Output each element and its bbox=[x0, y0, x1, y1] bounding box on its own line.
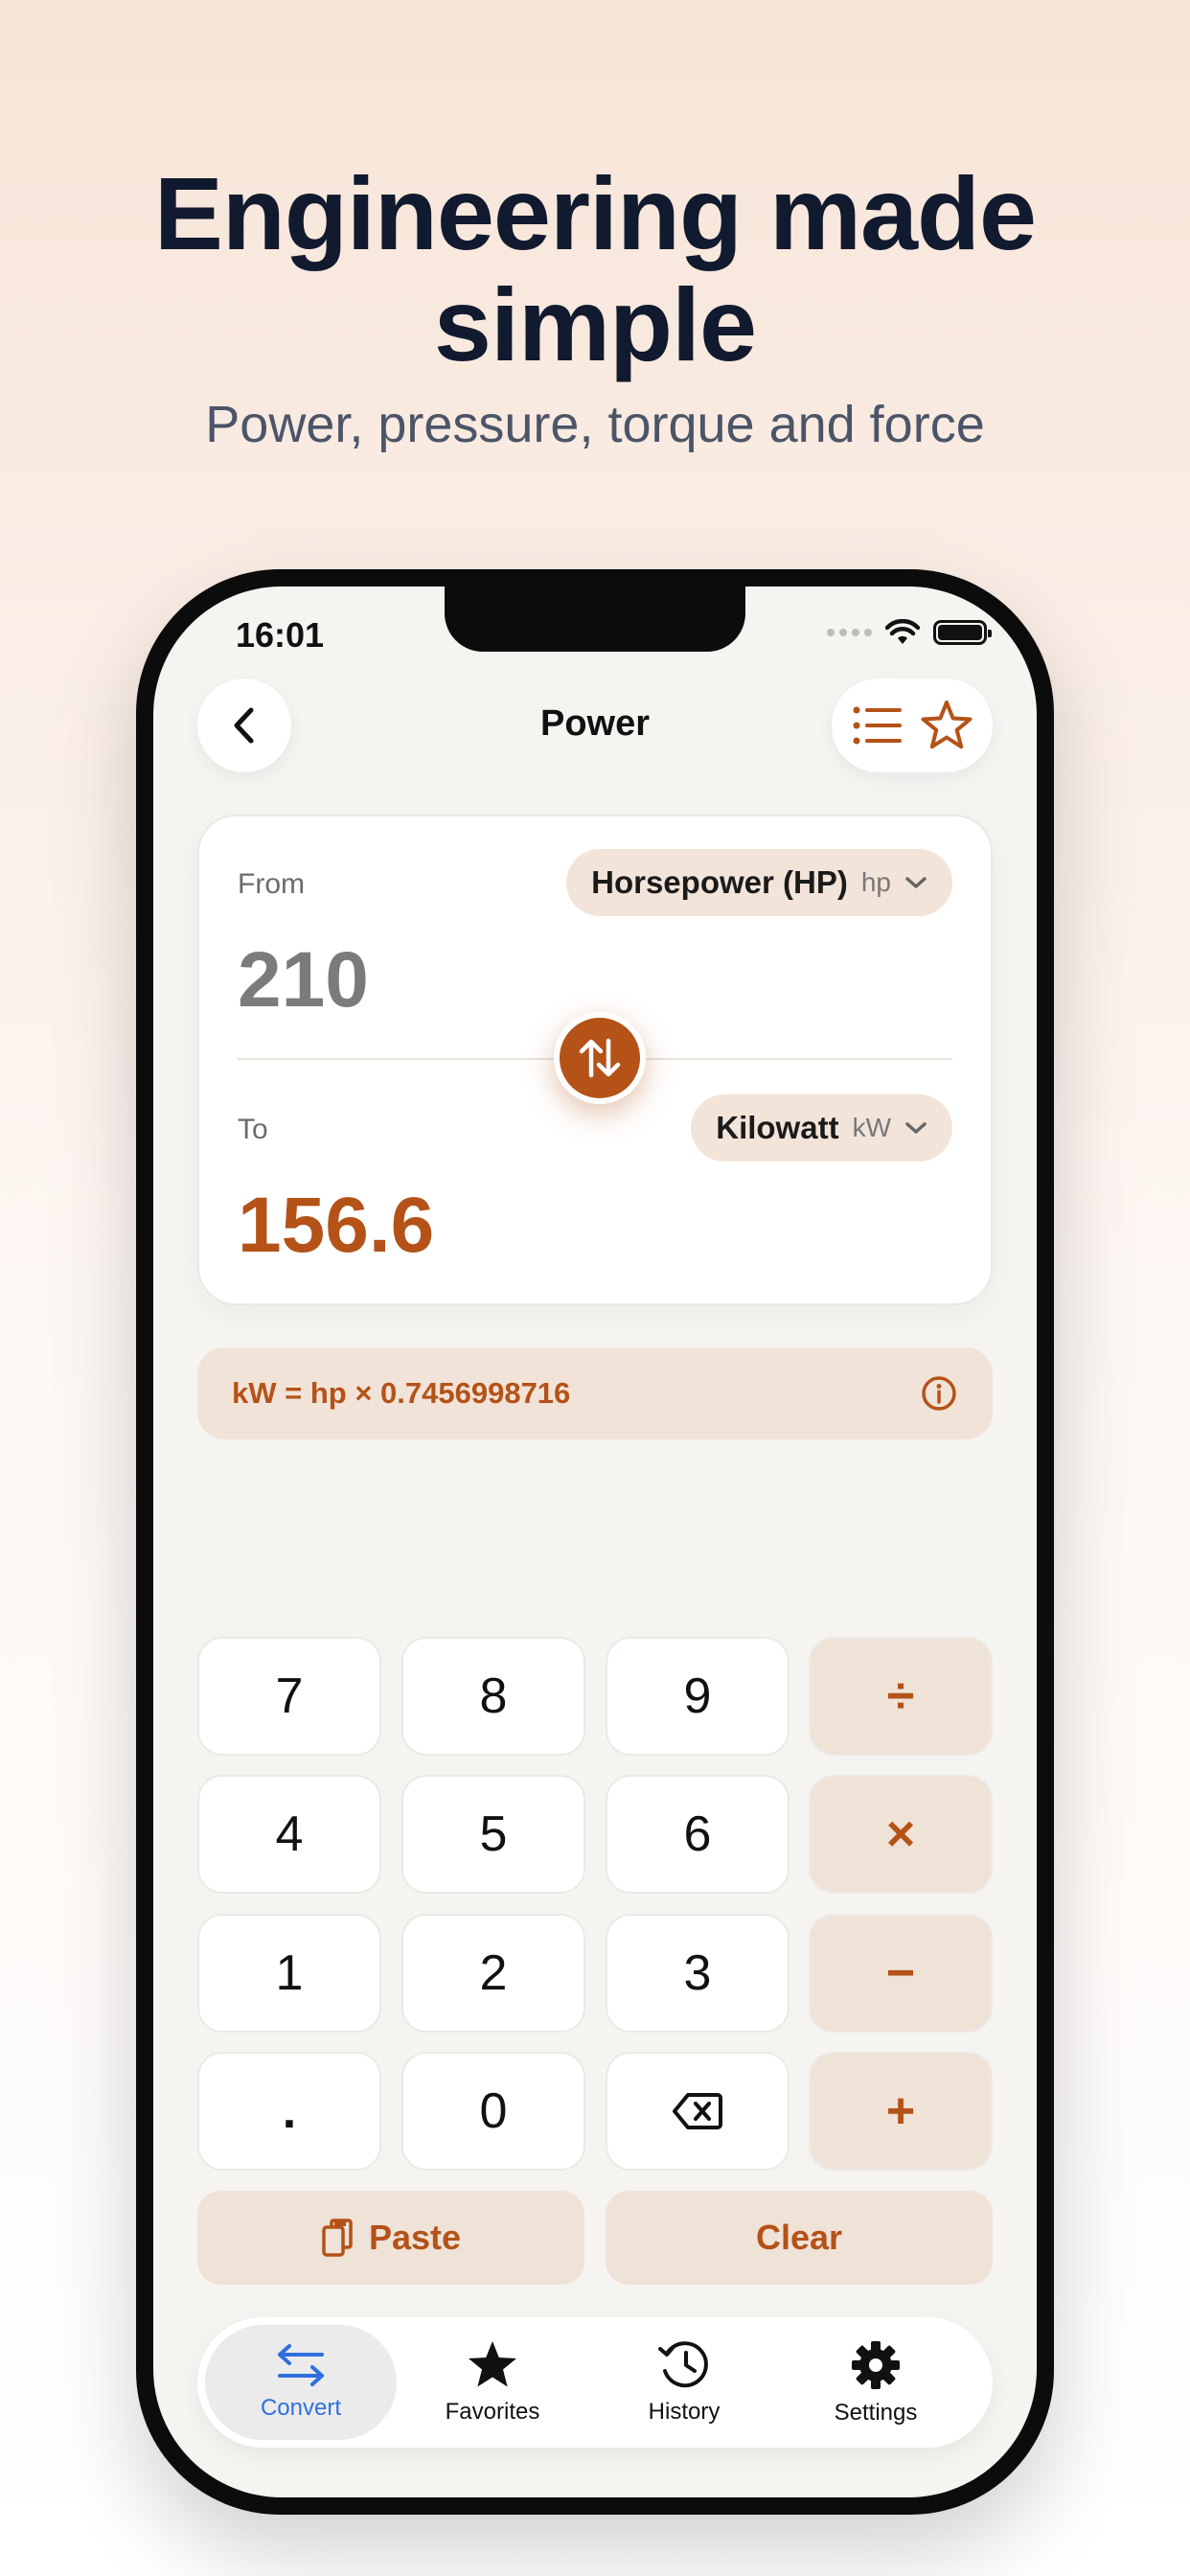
tab-label-history: History bbox=[648, 2399, 721, 2425]
key-8[interactable]: 8 bbox=[401, 1637, 585, 1756]
paste-icon bbox=[322, 2219, 353, 2257]
to-unit-symbol: kW bbox=[852, 1113, 891, 1142]
arrows-left-right-icon bbox=[278, 2344, 324, 2386]
status-time: 16:01 bbox=[236, 615, 325, 655]
backspace-key[interactable] bbox=[606, 2052, 790, 2171]
marketing-subheadline: Power, pressure, torque and force bbox=[205, 396, 985, 453]
key-multiply[interactable]: × bbox=[809, 1775, 993, 1894]
marketing-headline: Engineering made simple bbox=[0, 158, 1190, 380]
battery-icon bbox=[933, 620, 992, 645]
tab-history[interactable]: History bbox=[588, 2325, 780, 2440]
tab-label-settings: Settings bbox=[834, 2400, 918, 2426]
key-plus[interactable]: + bbox=[809, 2052, 993, 2171]
key-7[interactable]: 7 bbox=[197, 1637, 381, 1756]
paste-button[interactable]: Paste bbox=[197, 2191, 584, 2285]
from-unit-name: Horsepower (HP) bbox=[591, 864, 848, 900]
info-icon[interactable] bbox=[920, 1374, 958, 1413]
key-divide[interactable]: ÷ bbox=[809, 1637, 993, 1756]
key-6[interactable]: 6 bbox=[606, 1775, 790, 1894]
headline-line-2: simple bbox=[433, 266, 757, 382]
clear-button[interactable]: Clear bbox=[606, 2191, 993, 2285]
list-icon[interactable] bbox=[852, 704, 904, 747]
tab-convert[interactable]: Convert bbox=[205, 2325, 397, 2440]
from-unit-selector[interactable]: Horsepower (HP) hp bbox=[566, 849, 952, 916]
chevron-down-icon bbox=[905, 877, 927, 888]
nav-actions bbox=[832, 678, 993, 772]
key-3[interactable]: 3 bbox=[606, 1914, 790, 2033]
wifi-icon bbox=[885, 619, 920, 644]
tab-label-favorites: Favorites bbox=[445, 2399, 540, 2425]
history-icon bbox=[658, 2341, 708, 2388]
tab-label-convert: Convert bbox=[260, 2395, 342, 2421]
to-value-output: 156.6 bbox=[238, 1182, 435, 1269]
gear-icon bbox=[852, 2341, 900, 2389]
backspace-icon bbox=[673, 2093, 722, 2129]
key-4[interactable]: 4 bbox=[197, 1775, 381, 1894]
from-label: From bbox=[238, 868, 305, 900]
key-minus[interactable]: − bbox=[809, 1914, 993, 2033]
key-9[interactable]: 9 bbox=[606, 1637, 790, 1756]
from-unit-symbol: hp bbox=[860, 867, 891, 897]
to-unit-name: Kilowatt bbox=[716, 1110, 839, 1145]
signal-icon bbox=[827, 629, 872, 636]
tab-bar: Convert Favorites History Settings bbox=[197, 2317, 993, 2448]
converter-card: From Horsepower (HP) hp 210 To Kilowatt … bbox=[197, 815, 993, 1305]
key-5[interactable]: 5 bbox=[401, 1775, 585, 1894]
to-label: To bbox=[238, 1114, 268, 1145]
favorite-star-icon[interactable] bbox=[920, 700, 973, 751]
key-2[interactable]: 2 bbox=[401, 1914, 585, 2033]
headline-line-1: Engineering made bbox=[153, 155, 1037, 271]
swap-vertical-icon bbox=[579, 1038, 621, 1078]
key-0[interactable]: 0 bbox=[401, 2052, 585, 2171]
swap-units-button[interactable] bbox=[554, 1012, 646, 1104]
clear-label: Clear bbox=[755, 2218, 843, 2257]
chevron-down-icon bbox=[905, 1122, 927, 1134]
paste-label: Paste bbox=[368, 2218, 462, 2257]
formula-bar: kW = hp × 0.7456998716 bbox=[197, 1347, 993, 1439]
star-icon bbox=[469, 2341, 516, 2387]
from-value-input[interactable]: 210 bbox=[238, 935, 369, 1025]
status-icons bbox=[827, 619, 992, 646]
formula-text: kW = hp × 0.7456998716 bbox=[232, 1376, 571, 1410]
to-unit-selector[interactable]: Kilowatt kW bbox=[691, 1094, 952, 1162]
tab-settings[interactable]: Settings bbox=[780, 2325, 972, 2440]
key-decimal[interactable]: . bbox=[197, 2052, 381, 2171]
notch bbox=[445, 586, 745, 652]
key-1[interactable]: 1 bbox=[197, 1914, 381, 2033]
phone-frame: 16:01 Power From Horsepower (HP) hp 210 … bbox=[136, 569, 1054, 2515]
tab-favorites[interactable]: Favorites bbox=[397, 2325, 588, 2440]
app-screen: 16:01 Power From Horsepower (HP) hp 210 … bbox=[153, 586, 1037, 2497]
